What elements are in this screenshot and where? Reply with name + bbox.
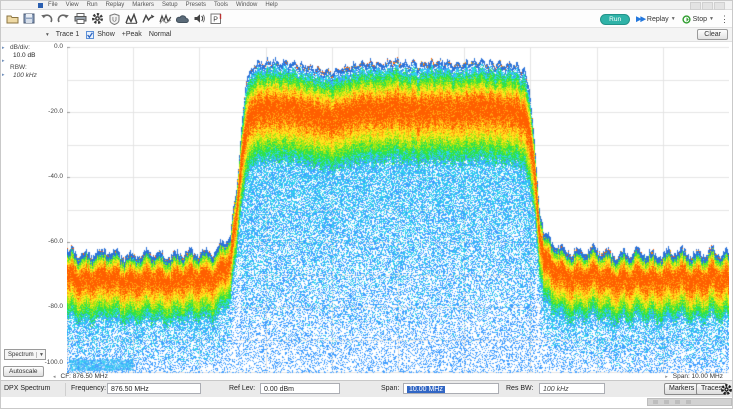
collapse-chevron-icon[interactable]: ▾	[46, 32, 49, 38]
ref-lev-field[interactable]: 0.00 dBm	[260, 383, 340, 394]
y-axis-label: -40.0	[1, 173, 63, 180]
selected-value: 10.00 MHz	[407, 386, 445, 393]
rbw-label: RBW:	[10, 64, 27, 71]
menu-markers[interactable]: Markers	[132, 1, 154, 9]
bottom-strip	[1, 397, 733, 409]
marker-flag-icon[interactable]: P	[208, 12, 224, 26]
res-bw-label: Res BW:	[506, 385, 534, 392]
overflow-menu-icon[interactable]: ⋮	[720, 15, 729, 24]
maximize-button[interactable]	[702, 2, 713, 10]
stop-icon	[682, 15, 691, 24]
chevron-down-icon: ▼	[671, 16, 676, 22]
clear-button[interactable]: Clear	[697, 29, 728, 40]
menu-setup[interactable]: Setup	[162, 1, 178, 9]
acquisition-controls: Run ▶▶ Replay ▼ Stop ▼ ⋮	[600, 12, 729, 26]
left-arrow-icon[interactable]: ◂	[53, 374, 56, 380]
amplitude-cloud-icon[interactable]	[174, 12, 190, 26]
close-button[interactable]	[714, 2, 725, 10]
save-icon[interactable]	[21, 12, 37, 26]
trace-bar: ▾ Trace 1 Show +Peak Normal Clear	[1, 28, 733, 42]
minimize-button[interactable]	[690, 2, 701, 10]
settings-gear-icon[interactable]	[720, 383, 733, 398]
svg-text:P: P	[213, 16, 218, 23]
undo-icon[interactable]	[38, 12, 54, 26]
center-frequency-readout[interactable]: ◂ CF: 876.50 MHz	[53, 373, 108, 380]
view-select[interactable]: Spectrum▼	[4, 349, 46, 360]
menu-replay[interactable]: Replay	[106, 1, 125, 9]
menu-view[interactable]: View	[66, 1, 79, 9]
menu-bar: File View Run Replay Markers Setup Prese…	[1, 1, 733, 10]
y-axis-label: 0.0	[1, 43, 63, 50]
span-field[interactable]: 10.00 MHz	[403, 383, 499, 394]
audio-speaker-icon[interactable]	[191, 12, 207, 26]
stop-button[interactable]: Stop ▼	[682, 15, 714, 24]
menu-help[interactable]: Help	[265, 1, 277, 9]
settings-gear-icon[interactable]	[89, 12, 105, 26]
frequency-field[interactable]: 876.50 MHz	[107, 383, 201, 394]
dpx-spectrum-canvas[interactable]	[67, 42, 729, 374]
ref-lev-label: Ref Lev:	[229, 385, 255, 392]
chevron-down-icon: ▼	[709, 16, 714, 22]
open-folder-icon[interactable]	[4, 12, 20, 26]
run-button[interactable]: Run	[600, 14, 630, 25]
trace-arrow-icon[interactable]	[140, 12, 156, 26]
menu-presets[interactable]: Presets	[186, 1, 206, 9]
y-axis-label: -20.0	[1, 108, 63, 115]
show-checkbox[interactable]: Show	[86, 31, 115, 39]
signal-analyzer-window: File View Run Replay Markers Setup Prese…	[0, 0, 733, 409]
trace-function[interactable]: Normal	[149, 31, 172, 38]
span-label: Span:	[381, 385, 399, 392]
y-axis-label: -80.0	[1, 303, 63, 310]
preset-shield-icon[interactable]: U	[106, 12, 122, 26]
menu-file[interactable]: File	[48, 1, 58, 9]
toolbar: U P Run ▶▶ Replay ▼ Stop ▼ ⋮	[1, 10, 733, 28]
svg-text:U: U	[112, 16, 117, 23]
spectrum-display: ▸ ▸ ▸ dB/div: 10.0 dB RBW: 100 kHz 0.0 -…	[1, 42, 733, 380]
status-bar: DPX Spectrum Frequency: 876.50 MHz Ref L…	[1, 380, 733, 398]
replay-icon: ▶▶	[636, 15, 645, 23]
panel-expand-icon[interactable]: ▸	[2, 72, 5, 78]
replay-button[interactable]: ▶▶ Replay ▼	[636, 15, 676, 23]
checkbox-checked-icon	[86, 31, 94, 39]
display-mode: DPX Spectrum	[4, 385, 50, 392]
menu-window[interactable]: Window	[236, 1, 257, 9]
menu-run[interactable]: Run	[87, 1, 98, 9]
redo-icon[interactable]	[55, 12, 71, 26]
multi-trace-icon[interactable]	[157, 12, 173, 26]
db-div-value[interactable]: 10.0 dB	[13, 52, 35, 59]
taskbar-fragment	[647, 398, 732, 406]
right-arrow-icon[interactable]: ▸	[665, 374, 668, 380]
menu-tools[interactable]: Tools	[214, 1, 228, 9]
res-bw-field[interactable]: 100 kHz	[539, 383, 605, 394]
markers-button[interactable]: Markers	[664, 383, 699, 395]
rbw-value[interactable]: 100 kHz	[13, 72, 37, 79]
y-axis-label: -60.0	[1, 238, 63, 245]
y-axis-label: -100.0	[1, 359, 63, 366]
print-icon[interactable]	[72, 12, 88, 26]
chevron-down-icon: ▼	[36, 352, 44, 358]
detection-mode[interactable]: +Peak	[122, 31, 142, 38]
span-readout[interactable]: ▸ Span: 10.00 MHz	[665, 373, 723, 380]
spectrum-display-icon[interactable]	[123, 12, 139, 26]
trace-selector[interactable]: Trace 1	[56, 31, 79, 38]
panel-expand-icon[interactable]: ▸	[2, 58, 5, 64]
frequency-label: Frequency:	[71, 385, 106, 392]
app-icon	[38, 3, 43, 8]
